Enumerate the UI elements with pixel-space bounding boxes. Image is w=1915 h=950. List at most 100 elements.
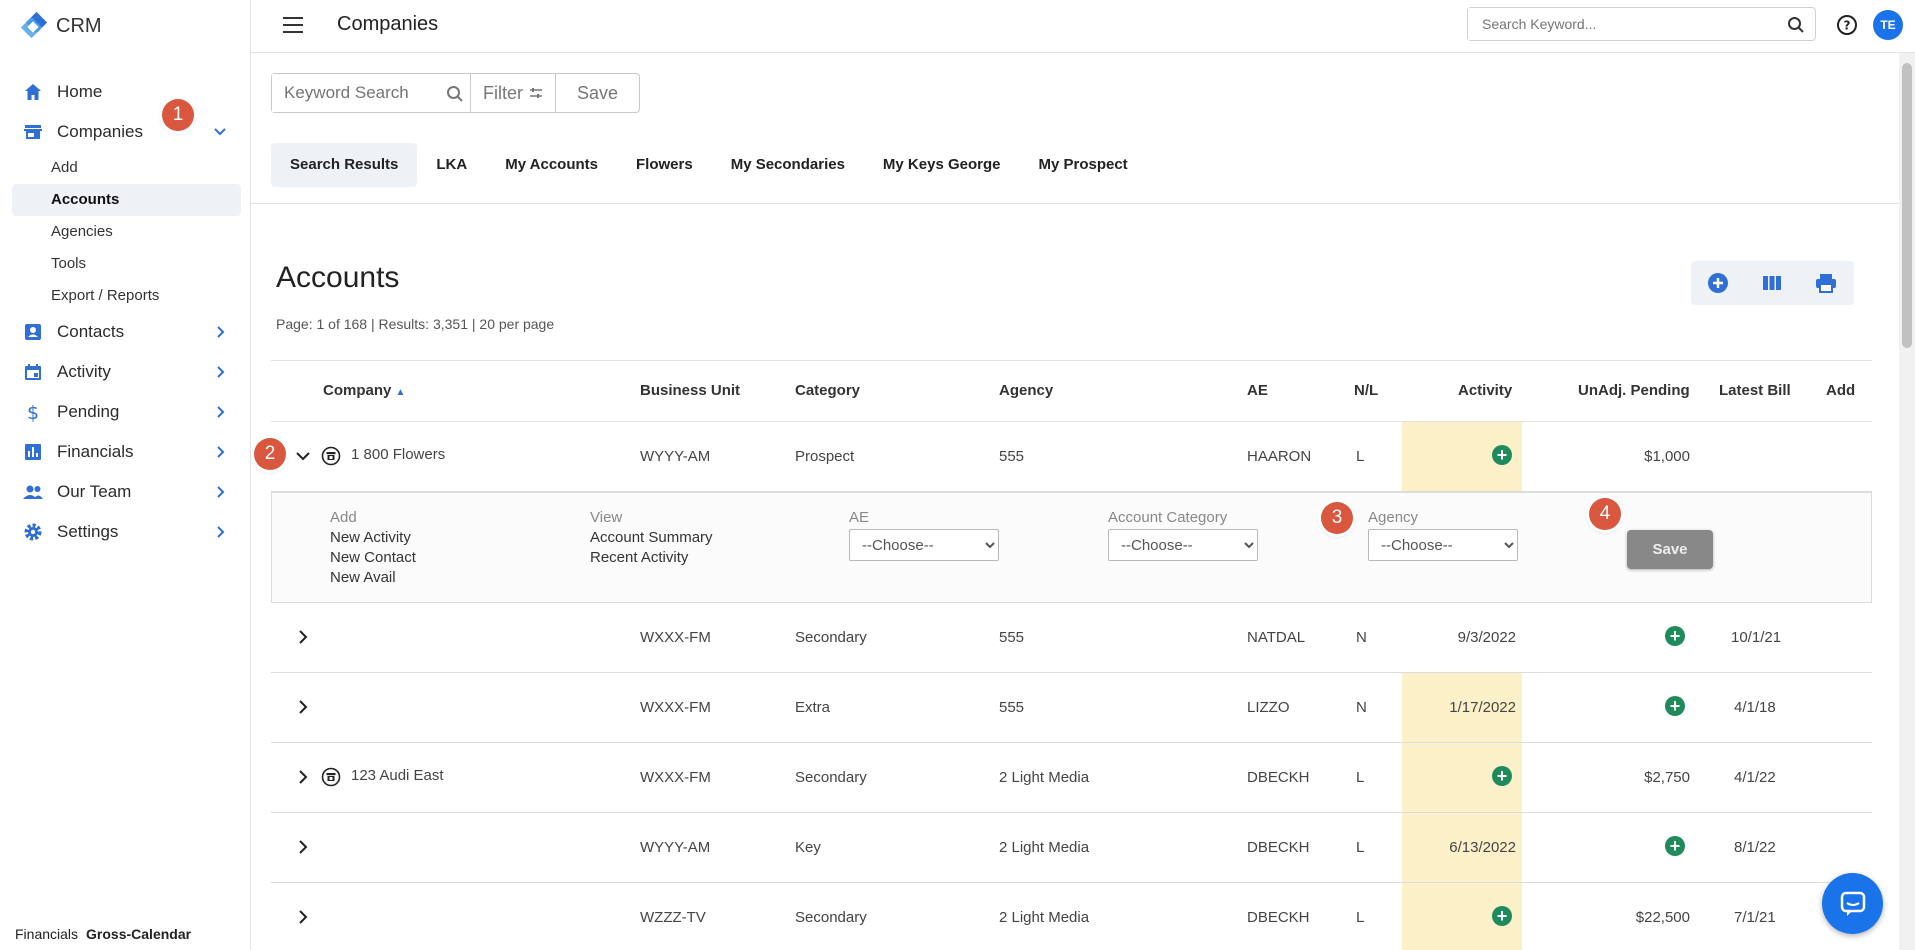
- sidebar-item-financials[interactable]: Financials: [0, 432, 251, 472]
- sidebar-item-companies[interactable]: Companies: [0, 112, 251, 152]
- col-latest-bill[interactable]: Latest Bill: [1719, 382, 1791, 399]
- hamburger-menu-icon[interactable]: [283, 17, 303, 33]
- sidebar-item-our-team[interactable]: Our Team: [0, 472, 251, 512]
- account-category-label: Account Category: [1108, 509, 1228, 526]
- print-button[interactable]: [1799, 261, 1853, 305]
- chevron-right-icon[interactable]: [211, 443, 229, 461]
- chevron-right-icon[interactable]: [294, 628, 312, 646]
- company-name[interactable]: 1 800 Flowers: [351, 446, 445, 463]
- columns-button[interactable]: [1745, 261, 1799, 305]
- business-unit: WZZZ-TV: [640, 909, 706, 926]
- save-filter-button[interactable]: Save: [556, 73, 641, 113]
- add-activity-icon[interactable]: +: [1492, 766, 1512, 786]
- col-category[interactable]: Category: [795, 382, 860, 399]
- chevron-right-icon[interactable]: [211, 363, 229, 381]
- chevron-right-icon[interactable]: [294, 838, 312, 856]
- col-unadj-pending[interactable]: UnAdj. Pending: [1578, 382, 1690, 399]
- chevron-down-icon[interactable]: [294, 447, 312, 465]
- chat-launcher-button[interactable]: [1822, 873, 1883, 934]
- sidebar-item-contacts[interactable]: Contacts: [0, 312, 251, 352]
- page-scrollbar[interactable]: [1899, 53, 1915, 950]
- sidebar: CRM Home Companies Add Accounts Agencies…: [0, 0, 251, 950]
- tab-search-results[interactable]: Search Results: [271, 143, 418, 187]
- ae: NATDAL: [1247, 629, 1306, 646]
- add-pending-icon[interactable]: +: [1665, 696, 1685, 716]
- chevron-down-icon[interactable]: [211, 123, 229, 141]
- new-activity-link[interactable]: New Activity: [330, 529, 411, 546]
- chevron-right-icon[interactable]: [294, 768, 312, 786]
- chevron-right-icon[interactable]: [294, 698, 312, 716]
- keyword-search-input[interactable]: [272, 74, 437, 112]
- unadj-pending: $22,500: [1635, 909, 1690, 926]
- svg-text:?: ?: [1844, 19, 1851, 33]
- add-activity-icon[interactable]: +: [1492, 445, 1512, 465]
- ae-select[interactable]: --Choose--: [849, 529, 999, 561]
- table-row[interactable]: WXXX-FM Secondary 555 NATDAL N 9/3/2022 …: [271, 603, 1872, 673]
- account-summary-link[interactable]: Account Summary: [590, 529, 713, 546]
- tab-my-prospect[interactable]: My Prospect: [1019, 143, 1146, 187]
- global-search: [1467, 7, 1816, 41]
- table-row[interactable]: WZZZ-TV Secondary 2 Light Media DBECKH L…: [271, 883, 1872, 950]
- table-row[interactable]: 123 Audi East WXXX-FM Secondary 2 Light …: [271, 743, 1872, 813]
- add-account-button[interactable]: [1691, 261, 1745, 305]
- tab-my-secondaries[interactable]: My Secondaries: [712, 143, 864, 187]
- table-row[interactable]: WYYY-AM Key 2 Light Media DBECKH L 6/13/…: [271, 813, 1872, 883]
- new-avail-link[interactable]: New Avail: [330, 569, 396, 586]
- agency-select[interactable]: --Choose--: [1368, 529, 1518, 561]
- tab-my-accounts[interactable]: My Accounts: [486, 143, 617, 187]
- nl: L: [1356, 769, 1365, 786]
- sidebar-item-label: Pending: [57, 402, 120, 421]
- footer-value[interactable]: Gross-Calendar: [86, 926, 191, 942]
- add-pending-icon[interactable]: +: [1665, 626, 1685, 646]
- sidebar-subitem-accounts[interactable]: Accounts: [12, 184, 241, 216]
- nl: L: [1356, 839, 1365, 856]
- sidebar-item-activity[interactable]: Activity: [0, 352, 251, 392]
- recent-activity-link[interactable]: Recent Activity: [590, 549, 688, 566]
- col-activity[interactable]: Activity: [1458, 382, 1512, 399]
- col-nl[interactable]: N/L: [1354, 382, 1378, 399]
- help-icon[interactable]: ?: [1836, 14, 1858, 36]
- col-ae[interactable]: AE: [1247, 382, 1268, 399]
- footer-section: Financials: [15, 926, 79, 942]
- tab-my-keys-george[interactable]: My Keys George: [864, 143, 1020, 187]
- search-icon[interactable]: [1787, 16, 1805, 34]
- chevron-right-icon[interactable]: [294, 908, 312, 926]
- sidebar-item-pending[interactable]: $ Pending: [0, 392, 251, 432]
- col-company[interactable]: Company ▲: [323, 382, 405, 399]
- col-agency[interactable]: Agency: [999, 382, 1053, 399]
- sidebar-subitem-agencies[interactable]: Agencies: [0, 216, 241, 248]
- col-add[interactable]: Add: [1826, 382, 1855, 399]
- chevron-right-icon[interactable]: [211, 403, 229, 421]
- company-name[interactable]: 123 Audi East: [351, 767, 444, 784]
- tab-flowers[interactable]: Flowers: [617, 143, 712, 187]
- nl: N: [1356, 629, 1367, 646]
- ae: LIZZO: [1247, 699, 1290, 716]
- table-row[interactable]: WXXX-FM Extra 555 LIZZO N 1/17/2022 + 4/…: [271, 673, 1872, 743]
- nl: L: [1356, 448, 1365, 465]
- scrollbar-thumb[interactable]: [1902, 63, 1912, 348]
- chevron-right-icon[interactable]: [211, 323, 229, 341]
- filter-button[interactable]: Filter: [471, 73, 556, 113]
- chevron-right-icon[interactable]: [211, 523, 229, 541]
- search-icon[interactable]: [446, 85, 464, 103]
- user-avatar[interactable]: TE: [1873, 10, 1903, 40]
- sidebar-item-settings[interactable]: Settings: [0, 512, 251, 552]
- tab-lka[interactable]: LKA: [417, 143, 486, 187]
- unadj-pending: $1,000: [1644, 448, 1690, 465]
- sidebar-subitem-add[interactable]: Add: [0, 152, 241, 184]
- account-category-select[interactable]: --Choose--: [1108, 529, 1258, 561]
- global-search-input[interactable]: [1468, 8, 1768, 40]
- new-contact-link[interactable]: New Contact: [330, 549, 416, 566]
- save-button[interactable]: Save: [1627, 530, 1713, 569]
- sidebar-subitem-export-reports[interactable]: Export / Reports: [0, 280, 241, 312]
- col-business-unit[interactable]: Business Unit: [640, 382, 740, 399]
- add-activity-icon[interactable]: +: [1492, 906, 1512, 926]
- sidebar-item-label: Contacts: [57, 322, 125, 341]
- sidebar-item-home[interactable]: Home: [0, 72, 251, 112]
- chevron-right-icon[interactable]: [211, 483, 229, 501]
- table-row[interactable]: 1 800 Flowers WYYY-AM Prospect 555 HAARO…: [271, 422, 1872, 492]
- sidebar-subitem-tools[interactable]: Tools: [0, 248, 241, 280]
- agency: 555: [999, 448, 1025, 465]
- app-logo[interactable]: CRM: [20, 10, 102, 42]
- add-pending-icon[interactable]: +: [1665, 836, 1685, 856]
